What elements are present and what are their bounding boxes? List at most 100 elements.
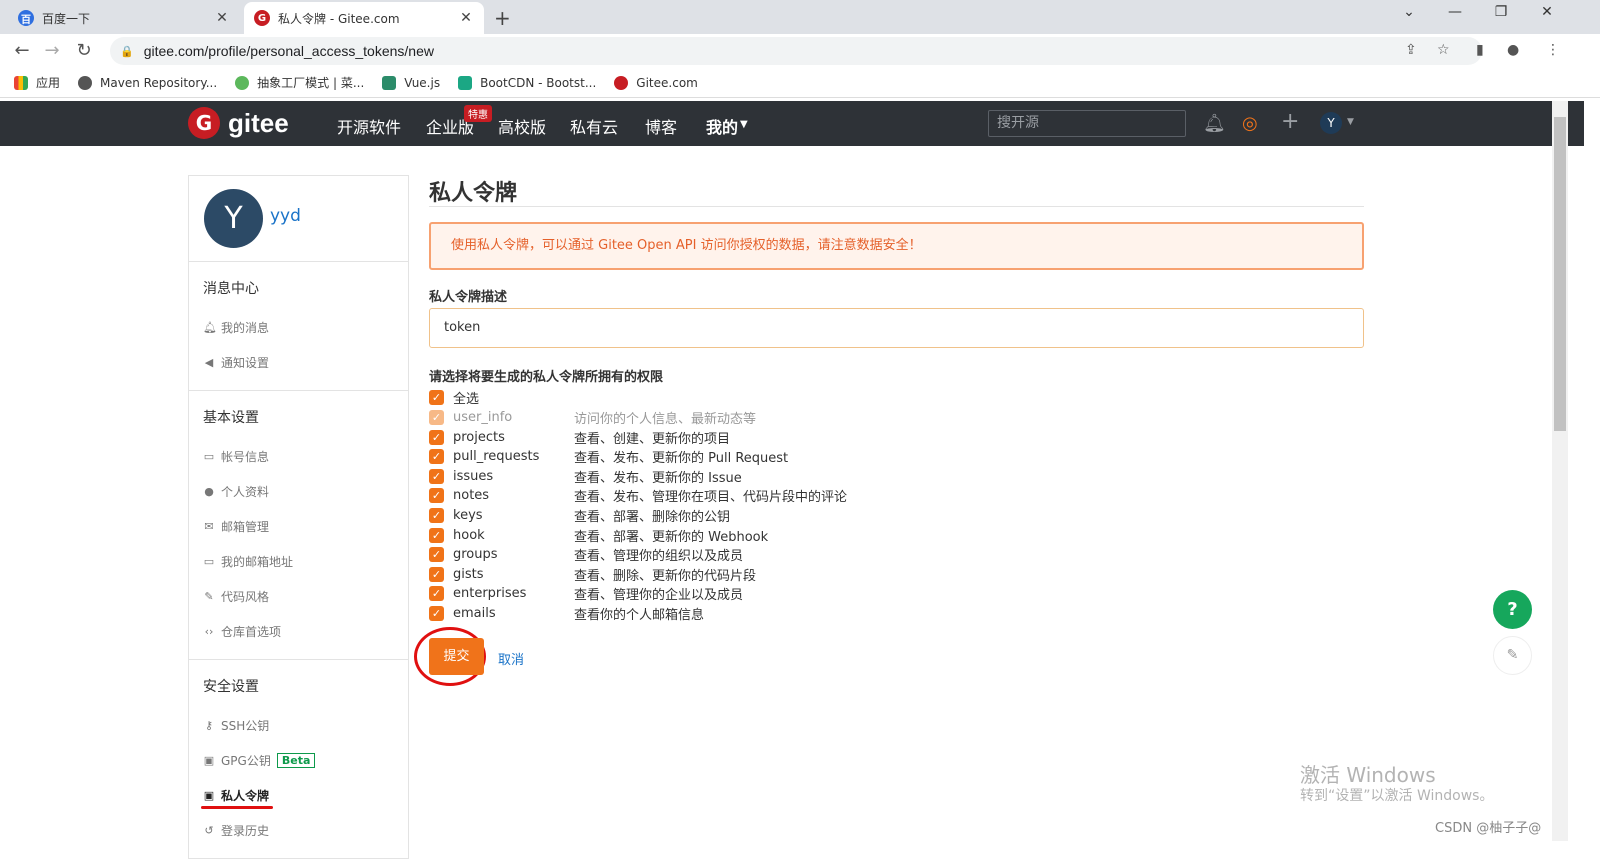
- reload-icon[interactable]: ↻: [72, 40, 96, 61]
- permission-row[interactable]: ✓ enterprises 查看、管理你的企业以及成员: [429, 583, 743, 603]
- permission-row[interactable]: ✓ emails 查看你的个人邮箱信息: [429, 603, 704, 623]
- id-card-icon: ▭: [203, 450, 215, 463]
- sidebar-item-ssh-keys[interactable]: ⚷ SSH公钥: [189, 708, 408, 743]
- user-avatar[interactable]: Y: [1320, 112, 1342, 134]
- permission-name: issues: [453, 468, 494, 484]
- sidebar-item-emails[interactable]: ✉ 邮箱管理: [189, 509, 408, 544]
- menu-icon[interactable]: ⋮: [1546, 42, 1560, 58]
- tab-baidu[interactable]: 百 百度一下 ✕: [8, 2, 240, 34]
- search-input[interactable]: 搜开源: [988, 110, 1186, 137]
- permission-row[interactable]: ✓ issues 查看、发布、更新你的 Issue: [429, 466, 742, 486]
- bookmark-apps[interactable]: 应用: [14, 74, 60, 91]
- permission-name: projects: [453, 429, 505, 445]
- bookmark-vue[interactable]: Vue.js: [382, 75, 440, 90]
- permission-desc: 查看、删除、更新你的代码片段: [574, 568, 757, 584]
- permission-desc: 查看、部署、删除你的公钥: [574, 509, 731, 525]
- permission-name: user_info: [453, 409, 513, 425]
- settings-sidebar: Y yyd 消息中心 🔔︎ 我的消息 ◀ 通知设置 基本设置 ▭ 帐号信息 ● 个人资料…: [188, 175, 409, 859]
- token-description-input[interactable]: token: [429, 308, 1364, 348]
- permission-row[interactable]: ✓ pull_requests 查看、发布、更新你的 Pull Request: [429, 446, 788, 466]
- sidebar-item-repo-prefs[interactable]: ‹› 仓库首选项: [189, 614, 408, 649]
- mail-icon: ✉: [204, 520, 214, 533]
- checkbox[interactable]: ✓: [429, 605, 444, 621]
- scrollbar-thumb[interactable]: [1554, 117, 1566, 431]
- bell-icon: 🔔︎: [203, 321, 217, 334]
- permission-row[interactable]: ✓ user_info 访问你的个人信息、最新动态等: [429, 407, 756, 427]
- permission-row[interactable]: ✓ keys 查看、部署、删除你的公钥: [429, 505, 730, 525]
- history-icon: ↺: [204, 824, 214, 837]
- submit-button[interactable]: 提交: [429, 638, 484, 675]
- section-basic: 基本设置 ▭ 帐号信息 ● 个人资料 ✉ 邮箱管理 ▭ 我的邮箱地址 ✎ 代码风格 ‹› 仓…: [189, 391, 408, 660]
- checkbox[interactable]: ✓: [429, 389, 444, 405]
- sidebar-item-gpg-keys[interactable]: ▣ GPG公钥 Beta: [189, 743, 408, 778]
- permission-row[interactable]: ✓ groups 查看、管理你的组织以及成员: [429, 544, 743, 564]
- sidebar-item-login-history[interactable]: ↺ 登录历史: [189, 813, 408, 848]
- checkbox[interactable]: ✓: [429, 468, 444, 484]
- bookmark-maven[interactable]: Maven Repository...: [78, 75, 217, 90]
- permission-desc: 查看、管理你的企业以及成员: [574, 587, 744, 603]
- checkbox[interactable]: ✓: [429, 448, 444, 464]
- select-all-checkbox[interactable]: ✓ 全选: [429, 387, 479, 407]
- close-window-icon[interactable]: ✕: [1524, 4, 1570, 20]
- bookmark-bootcdn[interactable]: BootCDN - Bootst...: [458, 75, 596, 90]
- close-tab-icon[interactable]: ✕: [214, 10, 230, 26]
- cancel-link[interactable]: 取消: [498, 649, 524, 668]
- sidebar-item-account[interactable]: ▭ 帐号信息: [189, 439, 408, 474]
- side-panel-icon[interactable]: ▮: [1476, 42, 1484, 58]
- sidebar-item-email-address[interactable]: ▭ 我的邮箱地址: [189, 544, 408, 579]
- bookmark-star-icon[interactable]: ☆: [1437, 42, 1450, 58]
- permission-row[interactable]: ✓ gists 查看、删除、更新你的代码片段: [429, 564, 756, 584]
- new-tab-icon[interactable]: +: [494, 6, 511, 30]
- checkbox[interactable]: ✓: [429, 487, 444, 503]
- plus-icon[interactable]: +: [1281, 109, 1299, 134]
- bookmark-gitee[interactable]: Gitee.com: [614, 75, 698, 90]
- activation-watermark-hint: 转到“设置”以激活 Windows。: [1300, 788, 1494, 804]
- nav-opensource[interactable]: 开源软件: [337, 114, 401, 138]
- close-tab-icon[interactable]: ✕: [458, 10, 474, 26]
- sidebar-item-profile[interactable]: ● 个人资料: [189, 474, 408, 509]
- tab-gitee[interactable]: G 私人令牌 - Gitee.com ✕: [244, 2, 484, 34]
- bell-icon[interactable]: 🔔︎: [1203, 113, 1226, 134]
- checkbox[interactable]: ✓: [429, 527, 444, 543]
- forward-icon[interactable]: →: [40, 40, 64, 61]
- restore-icon[interactable]: ❐: [1478, 4, 1524, 20]
- sidebar-item-access-tokens[interactable]: ▣ 私人令牌: [189, 778, 408, 813]
- permission-name: pull_requests: [453, 448, 540, 464]
- nav-education[interactable]: 高校版: [498, 114, 546, 138]
- nav-mine[interactable]: 我的: [706, 114, 738, 138]
- nav-private-cloud[interactable]: 私有云: [570, 114, 618, 138]
- back-icon[interactable]: ←: [10, 40, 34, 61]
- permission-row[interactable]: ✓ projects 查看、创建、更新你的项目: [429, 427, 730, 447]
- gitee-icon: G: [254, 10, 270, 26]
- bookmark-factory[interactable]: 抽象工厂模式 | 菜...: [235, 74, 364, 91]
- minimize-icon[interactable]: —: [1432, 4, 1478, 20]
- permission-name: keys: [453, 507, 483, 523]
- share-icon[interactable]: ⇪: [1405, 42, 1417, 58]
- permission-name: notes: [453, 487, 490, 503]
- address-bar[interactable]: 🔒 gitee.com/profile/personal_access_toke…: [110, 37, 1482, 65]
- feedback-button[interactable]: ✎: [1493, 636, 1532, 675]
- profile-icon[interactable]: ●: [1507, 42, 1519, 58]
- help-button[interactable]: ?: [1493, 590, 1532, 629]
- sidebar-item-code-style[interactable]: ✎ 代码风格: [189, 579, 408, 614]
- checkbox[interactable]: ✓: [429, 429, 444, 445]
- lightbulb-icon[interactable]: ◎: [1242, 113, 1258, 134]
- tab-search-icon[interactable]: ⌄: [1386, 4, 1432, 20]
- checkbox[interactable]: ✓: [429, 566, 444, 582]
- baidu-icon: 百: [18, 10, 34, 26]
- browser-toolbar: ← → ↻ 🔒 gitee.com/profile/personal_acces…: [0, 34, 1600, 68]
- permission-row[interactable]: ✓ hook 查看、部署、更新你的 Webhook: [429, 525, 768, 545]
- username[interactable]: yyd: [270, 206, 301, 226]
- checkbox[interactable]: ✓: [429, 507, 444, 523]
- apps-grid-icon: [14, 75, 28, 90]
- permission-row[interactable]: ✓ notes 查看、发布、管理你在项目、代码片段中的评论: [429, 485, 847, 505]
- gitee-logo[interactable]: G gitee: [188, 107, 289, 139]
- avatar[interactable]: Y: [204, 189, 263, 248]
- sidebar-item-my-messages[interactable]: 🔔︎ 我的消息: [189, 310, 408, 345]
- checkbox[interactable]: ✓: [429, 546, 444, 562]
- page-title: 私人令牌: [429, 181, 518, 206]
- permission-name: emails: [453, 605, 496, 621]
- checkbox[interactable]: ✓: [429, 585, 444, 601]
- sidebar-item-notify-settings[interactable]: ◀ 通知设置: [189, 345, 408, 380]
- nav-blog[interactable]: 博客: [645, 114, 677, 138]
